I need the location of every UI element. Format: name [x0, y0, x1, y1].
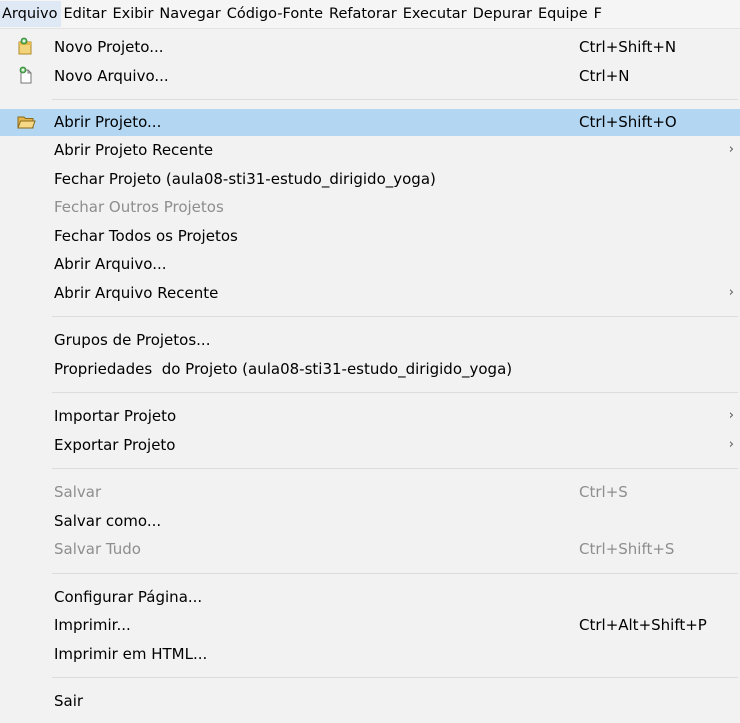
menu-item-label: Sair — [54, 692, 84, 710]
menu-item-print-html[interactable]: Imprimir em HTML... — [0, 640, 740, 669]
menu-item-label: Imprimir em HTML... — [54, 644, 208, 663]
menu-item-open-recent-file[interactable]: Abrir Arquivo Recente › — [0, 279, 740, 308]
menu-item-label: Abrir Arquivo... — [54, 255, 167, 273]
menu-item-save-all: Salvar Tudo Ctrl+Shift+S — [0, 535, 740, 564]
menu-item-label: Grupos de Projetos... — [54, 331, 211, 349]
new-file-icon — [16, 66, 36, 86]
menu-item-import-project[interactable]: Importar Projeto › — [0, 402, 740, 431]
menu-item-label: Importar Projeto — [54, 407, 177, 425]
shortcut-label: Ctrl+S — [579, 483, 628, 501]
shortcut-label: Ctrl+Shift+N — [579, 38, 677, 56]
menu-executar[interactable]: Executar — [400, 1, 470, 27]
menu-codigo-fonte[interactable]: Código-Fonte — [224, 1, 326, 27]
menu-item-close-project[interactable]: Fechar Projeto (aula08-sti31-estudo_diri… — [0, 165, 740, 194]
file-menu-list: Novo Projeto... Ctrl+Shift+N Novo Arquiv… — [0, 29, 740, 716]
menu-item-print[interactable]: Imprimir... Ctrl+Alt+Shift+P — [0, 611, 740, 640]
new-project-icon — [16, 37, 36, 57]
menu-item-project-groups[interactable]: Grupos de Projetos... — [0, 326, 740, 355]
submenu-arrow-icon: › — [728, 436, 734, 452]
menu-item-label: Exportar Projeto — [54, 435, 176, 454]
menu-item-close-other-projects: Fechar Outros Projetos — [0, 193, 740, 222]
menu-item-open-file[interactable]: Abrir Arquivo... — [0, 250, 740, 279]
menu-item-label: Propriedades do Projeto (aula08-sti31-es… — [54, 359, 513, 378]
menu-item-close-all-projects[interactable]: Fechar Todos os Projetos — [0, 222, 740, 251]
menu-navegar[interactable]: Navegar — [156, 1, 223, 27]
menu-bar: Arquivo Editar Exibir Navegar Código-Fon… — [0, 0, 740, 28]
menu-item-new-file[interactable]: Novo Arquivo... Ctrl+N — [0, 62, 740, 91]
menu-item-save-as[interactable]: Salvar como... — [0, 507, 740, 536]
menu-item-label: Salvar como... — [54, 511, 162, 530]
shortcut-label: Ctrl+Shift+O — [579, 113, 677, 131]
menu-item-label: Configurar Página... — [54, 587, 203, 606]
menu-item-label: Salvar — [54, 483, 102, 501]
menu-item-exit[interactable]: Sair — [0, 687, 740, 716]
shortcut-label: Ctrl+Shift+S — [579, 540, 675, 558]
menu-equipe[interactable]: Equipe — [535, 1, 591, 27]
submenu-arrow-icon: › — [728, 408, 734, 423]
separator — [52, 316, 738, 317]
menu-depurar[interactable]: Depurar — [470, 1, 535, 27]
submenu-arrow-icon: › — [728, 284, 734, 300]
menu-item-label: Abrir Projeto... — [54, 113, 162, 131]
menu-item-project-properties[interactable]: Propriedades do Projeto (aula08-sti31-es… — [0, 355, 740, 384]
submenu-arrow-icon: › — [728, 142, 734, 157]
menu-exibir[interactable]: Exibir — [109, 1, 156, 27]
menu-item-label: Salvar Tudo — [54, 540, 141, 558]
menu-item-open-recent-project[interactable]: Abrir Projeto Recente › — [0, 136, 740, 165]
separator — [52, 99, 738, 100]
menu-item-label: Fechar Projeto (aula08-sti31-estudo_diri… — [54, 169, 436, 188]
menu-item-label: Abrir Projeto Recente — [54, 141, 214, 159]
separator — [52, 677, 738, 678]
separator — [52, 468, 738, 469]
shortcut-label: Ctrl+Alt+Shift+P — [579, 616, 707, 634]
menu-truncated[interactable]: F — [591, 1, 605, 27]
shortcut-label: Ctrl+N — [579, 66, 630, 85]
menu-item-label: Imprimir... — [54, 616, 131, 634]
menu-item-page-setup[interactable]: Configurar Página... — [0, 583, 740, 612]
menu-item-label: Fechar Outros Projetos — [54, 198, 224, 216]
menu-editar[interactable]: Editar — [61, 1, 110, 27]
file-menu-dropdown: Novo Projeto... Ctrl+Shift+N Novo Arquiv… — [0, 28, 740, 723]
menu-item-label: Fechar Todos os Projetos — [54, 226, 238, 245]
menu-item-save: Salvar Ctrl+S — [0, 478, 740, 507]
menu-arquivo[interactable]: Arquivo — [0, 1, 61, 27]
separator — [52, 572, 738, 574]
menu-item-open-project[interactable]: Abrir Projeto... Ctrl+Shift+O — [0, 109, 740, 136]
menu-item-label: Abrir Arquivo Recente — [54, 283, 219, 302]
open-folder-icon — [16, 112, 36, 132]
menu-item-label: Novo Arquivo... — [54, 66, 169, 85]
menu-item-export-project[interactable]: Exportar Projeto › — [0, 431, 740, 460]
menu-refatorar[interactable]: Refatorar — [326, 1, 400, 27]
menu-item-new-project[interactable]: Novo Projeto... Ctrl+Shift+N — [0, 33, 740, 62]
menu-item-label: Novo Projeto... — [54, 38, 164, 56]
separator — [52, 392, 738, 393]
